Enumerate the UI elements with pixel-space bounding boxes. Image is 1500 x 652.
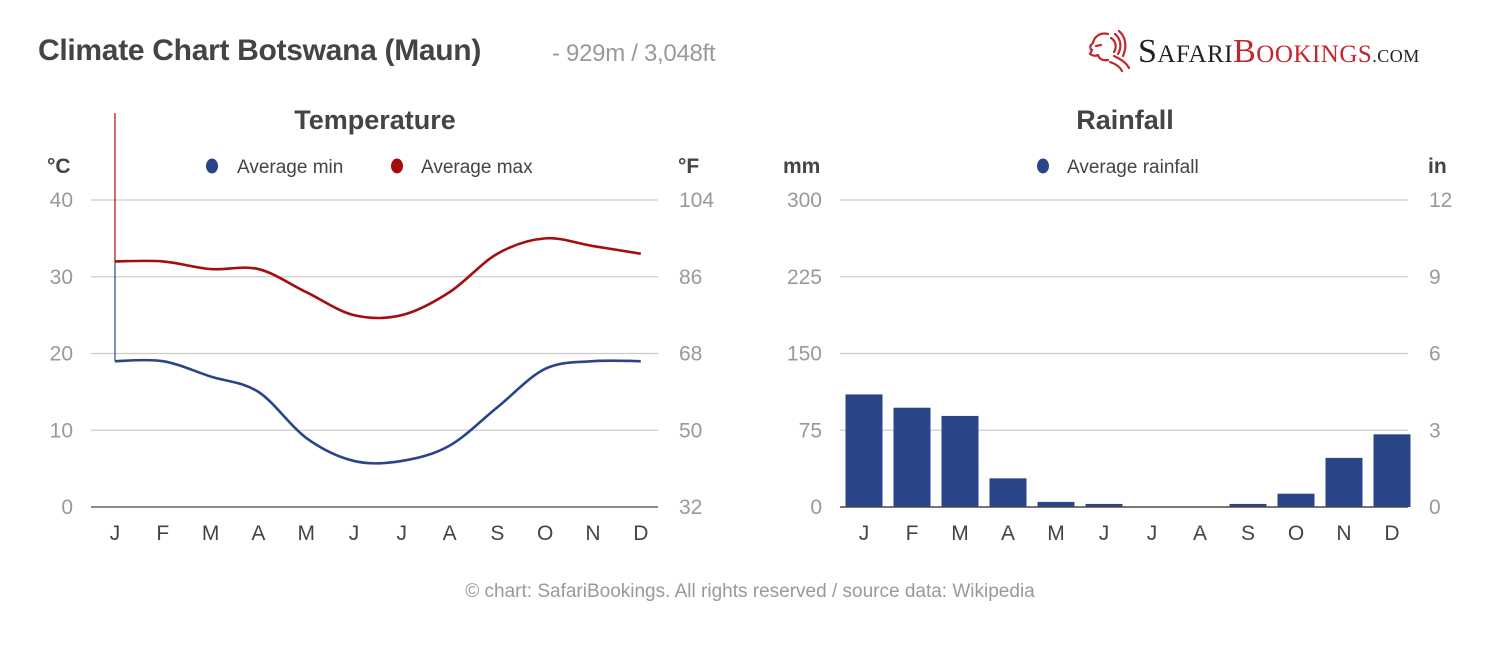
legend-label-rainfall: Average rainfall [1067, 157, 1199, 178]
y-tick-label-left: 0 [810, 496, 822, 519]
legend-item-average-min[interactable]: Average min [206, 157, 343, 178]
average-max-line[interactable] [114, 236, 642, 320]
legend-marker-max [391, 158, 403, 174]
legend-marker-rainfall [1037, 158, 1049, 174]
y-tick-label-left: 225 [787, 266, 822, 289]
y-tick-label-left: 20 [50, 343, 73, 366]
x-tick-label: J [1147, 522, 1158, 545]
x-tick-label: A [251, 522, 265, 545]
x-tick-label: N [585, 522, 600, 545]
rainfall-y-unit-left: mm [783, 155, 820, 178]
legend-item-average-rainfall[interactable]: Average rainfall [1037, 157, 1199, 178]
y-tick-label-right: 68 [679, 343, 702, 366]
temperature-title: Temperature [294, 105, 456, 135]
y-tick-label-left: 30 [50, 266, 73, 289]
legend-label-min: Average min [237, 157, 343, 178]
y-tick-label-left: 75 [799, 419, 822, 442]
rainfall-bar[interactable] [1325, 457, 1363, 507]
rainfall-bar[interactable] [1277, 493, 1315, 507]
y-tick-label-left: 300 [787, 189, 822, 212]
rainfall-bar[interactable] [893, 407, 931, 507]
y-tick-label-right: 12 [1429, 189, 1452, 212]
rainfall-chart: Rainfall mm in Average rainfall 0 0 75 3 150… [783, 105, 1452, 545]
x-tick-label: O [1288, 522, 1304, 545]
y-tick-label-left: 10 [50, 419, 73, 442]
temperature-legend[interactable]: Average min Average max [206, 157, 533, 178]
rainfall-title: Rainfall [1076, 105, 1174, 135]
copyright-footer: © chart: SafariBookings. All rights rese… [465, 581, 1035, 602]
x-tick-label: F [906, 522, 919, 545]
temperature-y-unit-left: °C [47, 155, 71, 178]
y-tick-label-left: 0 [61, 496, 73, 519]
rainfall-bar[interactable] [989, 478, 1027, 507]
x-tick-label: N [1336, 522, 1351, 545]
x-tick-label: M [297, 522, 315, 545]
legend-marker-min [206, 158, 218, 174]
temperature-chart: Temperature °C °F Average min Average ma… [47, 105, 714, 545]
x-tick-label: S [490, 522, 504, 545]
x-tick-label: O [537, 522, 553, 545]
y-tick-label-right: 32 [679, 496, 702, 519]
rainfall-bar[interactable] [941, 415, 979, 507]
x-tick-label: J [859, 522, 870, 545]
y-tick-label-right: 104 [679, 189, 714, 212]
y-tick-label-left: 150 [787, 343, 822, 366]
legend-label-max: Average max [421, 157, 533, 178]
rainfall-bar[interactable] [1373, 434, 1411, 507]
rainfall-bar[interactable] [1037, 501, 1075, 507]
legend-item-average-max[interactable]: Average max [391, 157, 533, 178]
y-tick-label-right: 86 [679, 266, 702, 289]
x-tick-label: M [1047, 522, 1065, 545]
x-tick-label: F [156, 522, 169, 545]
y-tick-label-right: 0 [1429, 496, 1441, 519]
x-tick-label: M [951, 522, 969, 545]
x-tick-label: A [443, 522, 457, 545]
y-tick-label-left: 40 [50, 189, 73, 212]
x-tick-label: J [110, 522, 121, 545]
x-tick-label: J [349, 522, 360, 545]
rainfall-legend[interactable]: Average rainfall [1037, 157, 1199, 178]
y-tick-label-right: 9 [1429, 266, 1441, 289]
x-tick-label: J [1099, 522, 1110, 545]
x-tick-label: S [1241, 522, 1255, 545]
x-tick-label: D [633, 522, 648, 545]
rainfall-y-unit-right: in [1428, 155, 1447, 178]
x-tick-label: A [1001, 522, 1015, 545]
y-tick-label-right: 6 [1429, 343, 1441, 366]
x-tick-label: M [202, 522, 220, 545]
y-tick-label-right: 3 [1429, 419, 1441, 442]
x-tick-label: A [1193, 522, 1207, 545]
temperature-y-unit-right: °F [678, 155, 699, 178]
rainfall-bar[interactable] [845, 394, 883, 507]
y-tick-label-right: 50 [679, 419, 702, 442]
x-tick-label: J [397, 522, 408, 545]
average-min-line[interactable] [114, 358, 641, 465]
x-tick-label: D [1384, 522, 1399, 545]
